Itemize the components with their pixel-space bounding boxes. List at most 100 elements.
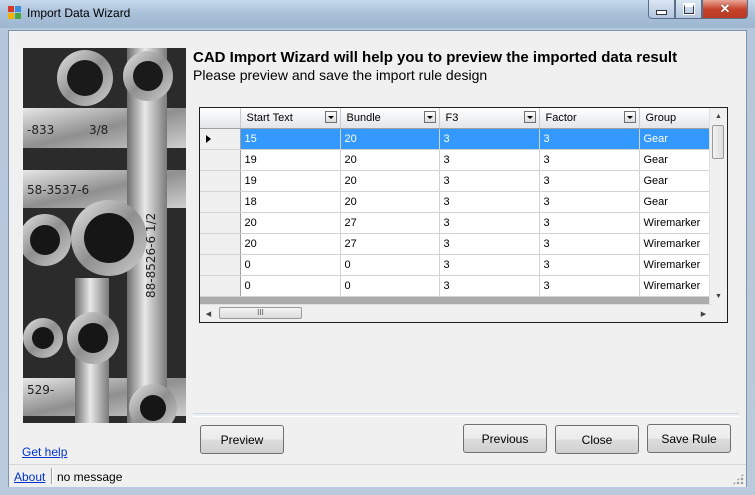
scrollbar-corner [710, 305, 727, 322]
column-header-factor[interactable]: Factor [539, 108, 640, 129]
cell-group[interactable]: Gear [639, 128, 720, 150]
cell-group[interactable]: Gear [639, 191, 720, 213]
cell-bundle[interactable]: 27 [340, 212, 440, 234]
table-row[interactable]: 20 27 3 3 Wiremarker [200, 233, 720, 255]
cell-start-text[interactable]: 20 [240, 233, 341, 255]
svg-text:529-: 529- [27, 383, 54, 397]
cell-f3[interactable]: 3 [439, 212, 540, 234]
save-rule-button[interactable]: Save Rule [647, 424, 731, 453]
column-header-label: Start Text [246, 111, 293, 124]
table-row[interactable]: 20 27 3 3 Wiremarker [200, 212, 720, 234]
svg-text:58-3537-6: 58-3537-6 [27, 183, 89, 197]
grid-table: Start Text Bundle F3 Factor Group 15 20 3 3… [200, 108, 720, 297]
previous-button[interactable]: Previous [463, 424, 547, 453]
cell-bundle[interactable]: 20 [340, 149, 440, 171]
column-header-bundle[interactable]: Bundle [340, 108, 440, 129]
cell-group[interactable]: Wiremarker [639, 275, 720, 297]
row-header[interactable] [200, 212, 241, 234]
preview-button[interactable]: Preview [200, 425, 284, 454]
minimize-button[interactable] [648, 0, 675, 19]
grid-corner-cell [200, 108, 241, 129]
table-row[interactable]: 0 0 3 3 Wiremarker [200, 254, 720, 276]
scroll-down-icon[interactable]: ▼ [710, 288, 727, 305]
horizontal-scroll-thumb[interactable]: III [219, 307, 302, 319]
get-help-link[interactable]: Get help [22, 445, 67, 459]
row-header[interactable] [200, 170, 241, 192]
cell-bundle[interactable]: 20 [340, 191, 440, 213]
table-row[interactable]: 0 0 3 3 Wiremarker [200, 275, 720, 297]
cell-group[interactable]: Wiremarker [639, 233, 720, 255]
cell-factor[interactable]: 3 [539, 275, 640, 297]
horizontal-scrollbar[interactable]: ◀ III ▶ [200, 304, 712, 322]
column-header-label: F3 [445, 111, 459, 124]
close-button[interactable]: Close [555, 425, 639, 454]
column-header-start-text[interactable]: Start Text [240, 108, 341, 129]
cell-f3[interactable]: 3 [439, 275, 540, 297]
table-row[interactable]: 19 20 3 3 Gear [200, 149, 720, 171]
row-header[interactable] [200, 191, 241, 213]
cell-start-text[interactable]: 15 [240, 128, 341, 150]
cell-f3[interactable]: 3 [439, 233, 540, 255]
cell-start-text[interactable]: 0 [240, 275, 341, 297]
filter-dropdown-icon[interactable] [523, 111, 536, 123]
title-bar[interactable]: Import Data Wizard ✕ [0, 0, 755, 28]
filter-dropdown-icon[interactable] [423, 111, 436, 123]
cell-start-text[interactable]: 20 [240, 212, 341, 234]
cell-f3[interactable]: 3 [439, 149, 540, 171]
cell-bundle[interactable]: 27 [340, 233, 440, 255]
cell-f3[interactable]: 3 [439, 191, 540, 213]
window-title: Import Data Wizard [27, 6, 131, 20]
column-header-group[interactable]: Group [639, 108, 720, 129]
maximize-button[interactable] [675, 0, 702, 19]
resize-grip-icon[interactable] [732, 473, 744, 485]
cell-factor[interactable]: 3 [539, 149, 640, 171]
cell-factor[interactable]: 3 [539, 170, 640, 192]
vertical-scroll-thumb[interactable] [712, 125, 724, 159]
cell-f3[interactable]: 3 [439, 170, 540, 192]
cell-factor[interactable]: 3 [539, 212, 640, 234]
cell-f3[interactable]: 3 [439, 128, 540, 150]
status-message: no message [57, 470, 123, 484]
vertical-scrollbar[interactable]: ▲ ▼ [709, 108, 727, 305]
cell-bundle[interactable]: 0 [340, 254, 440, 276]
current-row-arrow-icon [206, 134, 211, 143]
import-data-wizard-window: Import Data Wizard ✕ -833 3/8 58-3537-6 … [0, 0, 755, 495]
cell-bundle[interactable]: 0 [340, 275, 440, 297]
cell-start-text[interactable]: 0 [240, 254, 341, 276]
column-header-label: Group [645, 111, 677, 124]
about-link[interactable]: About [14, 470, 45, 484]
row-header[interactable] [200, 149, 241, 171]
preview-data-grid[interactable]: Start Text Bundle F3 Factor Group 15 20 3 3… [199, 107, 728, 323]
cell-group[interactable]: Wiremarker [639, 212, 720, 234]
close-icon: ✕ [719, 1, 731, 16]
table-row[interactable]: 15 20 3 3 Gear [200, 128, 720, 150]
cell-start-text[interactable]: 18 [240, 191, 341, 213]
row-header[interactable] [200, 275, 241, 297]
filter-dropdown-icon[interactable] [623, 111, 636, 123]
close-window-button[interactable]: ✕ [702, 0, 748, 19]
maximize-icon [682, 3, 695, 15]
table-row[interactable]: 19 20 3 3 Gear [200, 170, 720, 192]
cell-start-text[interactable]: 19 [240, 170, 341, 192]
cell-factor[interactable]: 3 [539, 254, 640, 276]
cell-group[interactable]: Gear [639, 149, 720, 171]
cell-factor[interactable]: 3 [539, 128, 640, 150]
cell-factor[interactable]: 3 [539, 233, 640, 255]
status-divider [51, 468, 53, 484]
column-header-f3[interactable]: F3 [439, 108, 540, 129]
cell-group[interactable]: Gear [639, 170, 720, 192]
scroll-up-icon[interactable]: ▲ [710, 108, 727, 125]
table-row[interactable]: 18 20 3 3 Gear [200, 191, 720, 213]
row-header[interactable] [200, 128, 241, 150]
cell-start-text[interactable]: 19 [240, 149, 341, 171]
cell-bundle[interactable]: 20 [340, 128, 440, 150]
svg-text:-833: -833 [27, 123, 54, 137]
cell-f3[interactable]: 3 [439, 254, 540, 276]
cell-group[interactable]: Wiremarker [639, 254, 720, 276]
row-header[interactable] [200, 233, 241, 255]
row-header[interactable] [200, 254, 241, 276]
scroll-left-icon[interactable]: ◀ [200, 305, 217, 322]
cell-bundle[interactable]: 20 [340, 170, 440, 192]
filter-dropdown-icon[interactable] [324, 111, 337, 123]
cell-factor[interactable]: 3 [539, 191, 640, 213]
